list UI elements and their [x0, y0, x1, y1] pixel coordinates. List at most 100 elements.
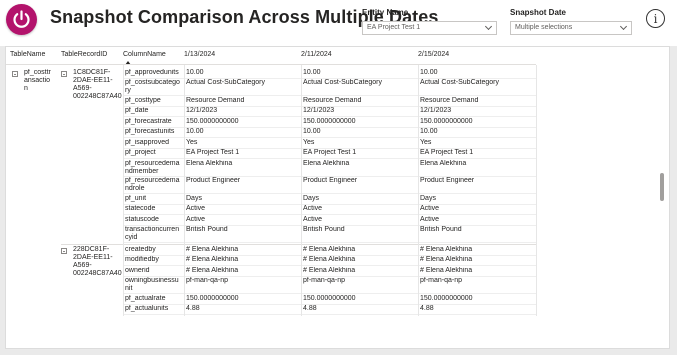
column-divider: [536, 65, 537, 316]
column-name-cell: pf_date: [125, 107, 149, 114]
value-cell: Days: [186, 194, 202, 202]
value-cell: Active: [420, 215, 440, 223]
snapshot-date-value: Multiple selections: [515, 24, 573, 31]
value-cell: Product Engineer: [303, 177, 358, 184]
value-cell: # Elena Alekhina: [186, 266, 239, 274]
value-cell: Active: [303, 205, 323, 212]
value-cell: 4.88: [420, 305, 434, 312]
value-cell: 10.00: [303, 128, 321, 135]
column-name-cell: pf_approvedunits: [125, 68, 179, 76]
column-name-cell: createdby: [125, 245, 156, 253]
report-header: Snapshot Comparison Across Multiple Date…: [0, 0, 677, 46]
column-name-cell: pf_actualrate: [125, 294, 166, 302]
column-divider: [301, 65, 302, 316]
value-cell: Days: [420, 194, 436, 202]
value-cell: 12/1/2023: [186, 107, 218, 114]
column-name-cell: pf_isapproved: [125, 138, 169, 146]
table-row: owningbusinessu nit pf-man-qa-np pf-man-qa…: [6, 276, 536, 294]
table-row: pf_project EA Project Test 1 EA Project Te…: [6, 148, 536, 159]
value-cell: 12/1/2023: [420, 107, 452, 114]
column-header-date-1[interactable]: 1/13/2024: [184, 51, 215, 58]
value-cell: Actual Cost-SubCategory: [303, 79, 382, 86]
value-cell: Yes: [186, 138, 198, 146]
column-header-columnname[interactable]: ColumnName: [123, 51, 166, 58]
value-cell: 10.00: [186, 128, 204, 135]
value-cell: pf-man-qa-np: [420, 277, 463, 284]
value-cell: Product Engineer: [420, 177, 475, 184]
column-name-cell: pf_forecastrate: [125, 117, 172, 125]
value-cell: # Elena Alekhina: [186, 256, 239, 263]
value-cell: Active: [186, 215, 206, 223]
value-cell: EA Project Test 1: [303, 149, 357, 156]
entity-name-dropdown[interactable]: EA Project Test 1: [362, 21, 497, 35]
table-row: pf_actualrate 150.0000000000 150.000000000…: [6, 293, 536, 304]
value-cell: Active: [420, 205, 440, 212]
value-cell: pf-man-qa-np: [303, 277, 346, 284]
column-name-cell: pf_resourcedema ndrole: [125, 177, 180, 192]
value-cell: # Elena Alekhina: [186, 245, 239, 253]
entity-name-label: Entity Name: [362, 8, 409, 17]
column-name-cell: pf_unit: [125, 194, 147, 202]
value-cell: 10.00: [186, 68, 204, 76]
value-cell: Yes: [303, 138, 315, 146]
info-icon[interactable]: i: [646, 9, 665, 28]
header-divider: [6, 64, 536, 65]
value-cell: 150.0000000000: [420, 294, 473, 302]
value-cell: Elena Alekhina: [420, 159, 467, 167]
snapshot-date-label: Snapshot Date: [510, 8, 567, 17]
column-divider: [418, 65, 419, 316]
table-row: pf_date 12/1/2023 12/1/2023 12/1/2023: [6, 106, 536, 117]
column-name-cell: statuscode: [125, 215, 159, 223]
column-header-date-2[interactable]: 2/11/2024: [301, 51, 332, 58]
scroll-thumb[interactable]: [660, 173, 664, 201]
table-row: pf_isapproved Yes Yes Yes: [6, 137, 536, 148]
table-row: transactioncurren cyid British Pound Briti…: [6, 225, 536, 243]
value-cell: Resource Demand: [186, 96, 245, 104]
column-name-cell: pf_project: [125, 149, 156, 156]
value-cell: 4.88: [303, 305, 317, 312]
value-cell: Product Engineer: [186, 177, 241, 184]
column-header-tablename[interactable]: TableName: [10, 51, 45, 58]
table-row: pf_actualunits 4.88 4.88 4.88: [6, 304, 536, 315]
column-name-cell: owningbusinessu nit: [125, 277, 179, 292]
table-row: pf_resourcedema ndmember Elena Alekhina El…: [6, 158, 536, 176]
column-header-date-3[interactable]: 2/15/2024: [418, 51, 449, 58]
table-row: pf_approvedunits 10.00 10.00 10.00: [6, 67, 536, 78]
value-cell: # Elena Alekhina: [420, 256, 473, 263]
column-name-cell: pf_costsubcatego ry: [125, 79, 180, 94]
table-row: modifiedby # Elena Alekhina # Elena Alekhi…: [6, 255, 536, 266]
value-cell: British Pound: [303, 226, 345, 233]
table-row: statuscode Active Active Active: [6, 214, 536, 225]
table-row: statecode Active Active Active: [6, 204, 536, 215]
value-cell: pf-man-qa-np: [186, 277, 229, 284]
vertical-scrollbar[interactable]: [658, 49, 666, 347]
table-row: pf_costsubcatego ry Actual Cost-SubCatego…: [6, 78, 536, 96]
value-cell: 150.0000000000: [420, 117, 473, 125]
value-cell: Elena Alekhina: [186, 159, 233, 167]
value-cell: # Elena Alekhina: [303, 266, 356, 274]
column-name-cell: pf_resourcedema ndmember: [125, 159, 180, 175]
column-header-tablerecordid[interactable]: TableRecordID: [61, 51, 107, 58]
table-row: pf_unit Days Days Days: [6, 193, 536, 204]
value-cell: # Elena Alekhina: [303, 245, 356, 253]
matrix-visual: TableName TableRecordID ColumnName 1/13/…: [5, 46, 670, 349]
value-cell: 150.0000000000: [186, 294, 239, 302]
column-name-cell: pf_costtype: [125, 96, 161, 104]
table-row: ownerid # Elena Alekhina # Elena Alekhina #…: [6, 265, 536, 276]
value-cell: 10.00: [420, 68, 438, 76]
column-name-cell: pf_forecastunits: [125, 128, 175, 135]
snapshot-date-dropdown[interactable]: Multiple selections: [510, 21, 632, 35]
value-cell: 150.0000000000: [303, 294, 356, 302]
column-name-cell: statecode: [125, 205, 156, 212]
value-cell: Elena Alekhina: [303, 159, 350, 167]
entity-name-value: EA Project Test 1: [367, 24, 421, 31]
column-name-cell: modifiedby: [125, 256, 159, 263]
table-row: pf_forecastunits 10.00 10.00 10.00: [6, 127, 536, 138]
value-cell: Actual Cost-SubCategory: [420, 79, 499, 86]
value-cell: # Elena Alekhina: [420, 245, 473, 253]
value-cell: 10.00: [303, 68, 321, 76]
value-cell: British Pound: [420, 226, 462, 233]
value-cell: EA Project Test 1: [186, 149, 240, 156]
value-cell: # Elena Alekhina: [303, 256, 356, 263]
table-row: createdby # Elena Alekhina # Elena Alekhin…: [6, 244, 536, 255]
